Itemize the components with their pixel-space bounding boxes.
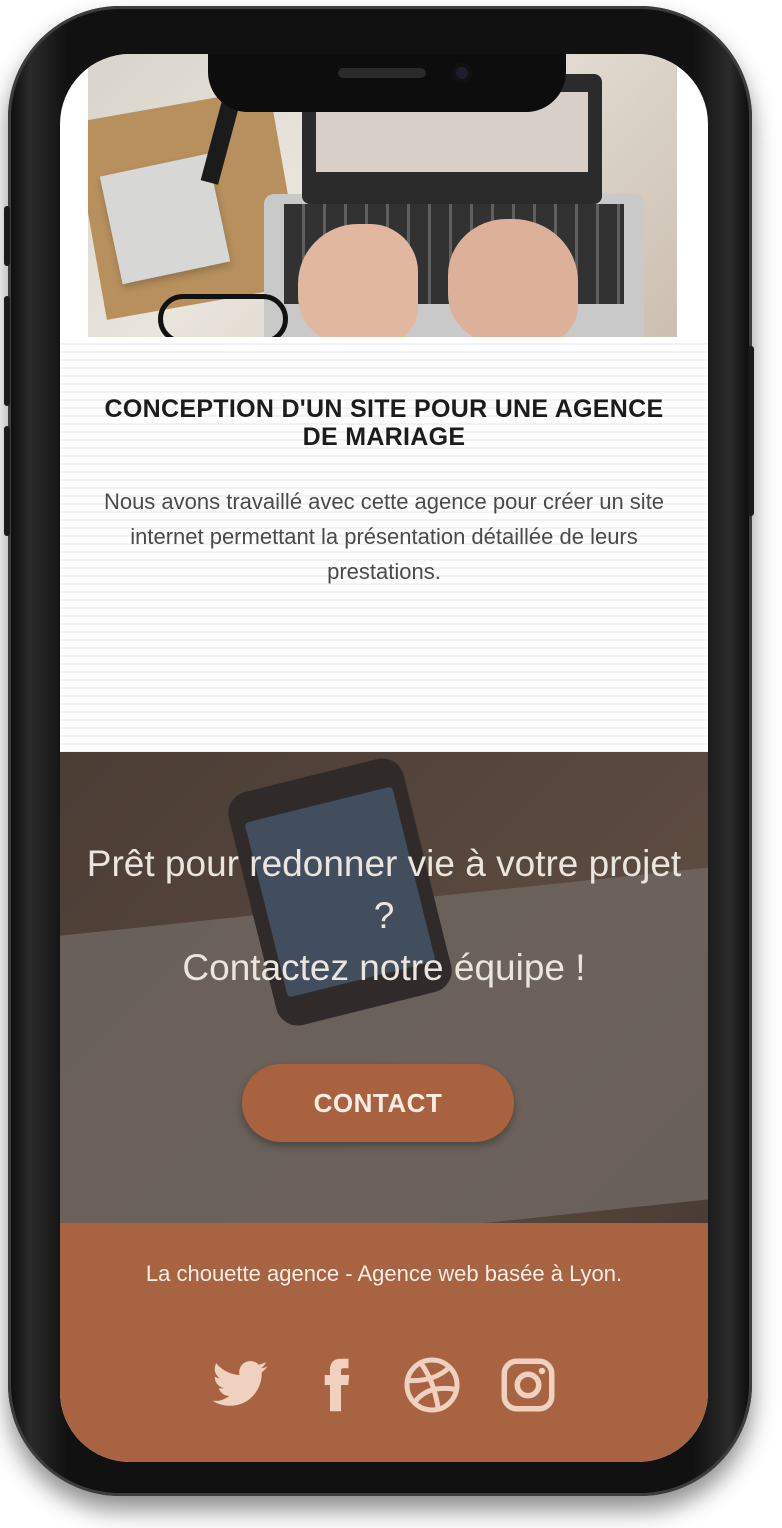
instagram-icon[interactable] [498, 1355, 558, 1415]
footer: La chouette agence - Agence web basée à … [60, 1223, 708, 1462]
cta-line-1: Prêt pour redonner vie à votre projet ? [86, 843, 682, 936]
phone-side-button [4, 296, 10, 406]
project-description: Nous avons travaillé avec cette agence p… [103, 489, 665, 584]
project-section: CONCEPTION D'UN SITE POUR UNE AGENCE DE … [60, 337, 708, 752]
camera-icon [452, 63, 472, 83]
social-links [210, 1355, 560, 1415]
phone-frame: CONCEPTION D'UN SITE POUR UNE AGENCE DE … [4, 6, 754, 1496]
facebook-icon[interactable] [306, 1355, 366, 1415]
cta-heading: Prêt pour redonner vie à votre projet ? … [80, 838, 688, 994]
project-title: CONCEPTION D'UN SITE POUR UNE AGENCE DE … [104, 395, 664, 451]
dribbble-icon[interactable] [402, 1355, 462, 1415]
twitter-icon[interactable] [210, 1355, 270, 1415]
screen: CONCEPTION D'UN SITE POUR UNE AGENCE DE … [60, 54, 708, 1462]
footer-text: La chouette agence - Agence web basée à … [145, 1261, 623, 1286]
phone-side-button [4, 426, 10, 536]
phone-side-button [4, 206, 10, 266]
phone-side-button [748, 346, 754, 516]
cta-line-2: Contactez notre équipe ! [182, 947, 586, 988]
contact-button[interactable]: CONTACT [242, 1064, 514, 1142]
phone-notch [208, 54, 566, 112]
speaker [338, 68, 426, 78]
cta-section: Prêt pour redonner vie à votre projet ? … [60, 752, 708, 1223]
